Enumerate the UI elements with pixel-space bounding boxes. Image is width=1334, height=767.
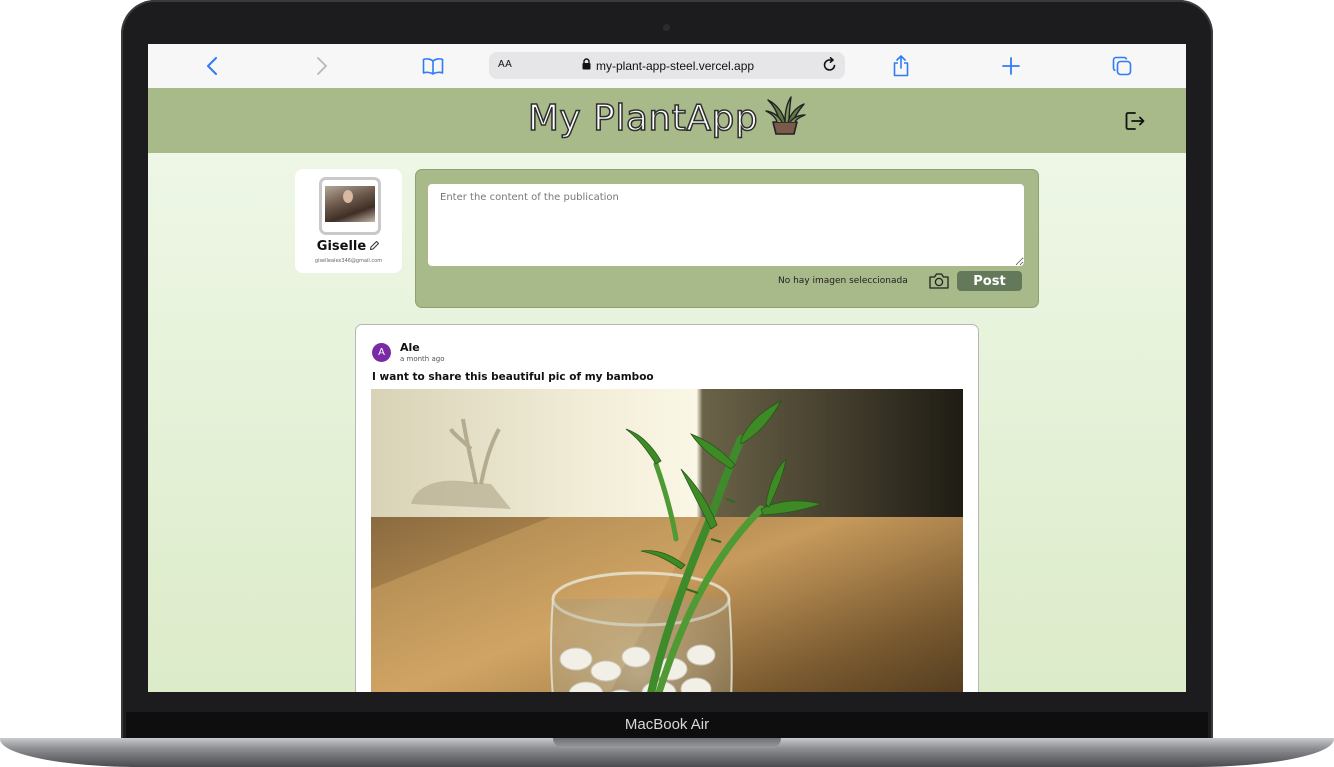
- publication-input[interactable]: [428, 184, 1024, 266]
- address-bar[interactable]: AA my-plant-app-steel.vercel.app: [489, 52, 845, 79]
- tabs-icon[interactable]: [1106, 52, 1138, 80]
- plant-pot-icon: [764, 96, 806, 145]
- composer: No hay imagen seleccionada Post: [415, 169, 1039, 308]
- device-label: MacBook Air: [624, 716, 710, 733]
- post-author[interactable]: Ale: [400, 341, 420, 354]
- no-image-text: No hay imagen seleccionada: [778, 276, 908, 286]
- laptop-opening-notch: [553, 738, 781, 748]
- profile-email: gisellealex346@gmail.com: [314, 258, 383, 264]
- app-title-wrap: My PlantApp: [148, 96, 1186, 145]
- reload-icon[interactable]: [823, 57, 837, 76]
- post-button[interactable]: Post: [957, 271, 1022, 291]
- post-text: I want to share this beautiful pic of my…: [372, 371, 654, 383]
- profile-name-row: Giselle: [295, 239, 402, 255]
- profile-card: Giselle gisellealex346@gmail.com: [295, 169, 402, 273]
- new-tab-icon[interactable]: [995, 52, 1027, 80]
- avatar[interactable]: [319, 177, 381, 235]
- url-text: my-plant-app-steel.vercel.app: [596, 59, 755, 73]
- camera-icon[interactable]: [928, 272, 950, 294]
- webcam: [663, 24, 670, 31]
- text-size-button[interactable]: AA: [498, 59, 512, 70]
- profile-name: Giselle: [316, 239, 367, 254]
- back-icon[interactable]: [196, 52, 228, 80]
- post-card: A Ale a month ago I want to share this b…: [355, 324, 979, 692]
- main-content: Giselle gisellealex346@gmail.com No hay …: [148, 153, 1186, 692]
- browser-screen: AA my-plant-app-steel.vercel.app My Plan…: [148, 44, 1186, 692]
- app-title: My PlantApp: [527, 97, 759, 140]
- edit-pencil-icon[interactable]: [369, 240, 380, 255]
- bookmarks-icon[interactable]: [417, 52, 449, 80]
- logout-icon[interactable]: [1124, 110, 1146, 136]
- avatar-face: [343, 190, 353, 203]
- share-icon[interactable]: [885, 52, 917, 80]
- post-photo: [371, 389, 963, 692]
- app-header: My PlantApp: [148, 88, 1186, 153]
- browser-toolbar: AA my-plant-app-steel.vercel.app: [148, 44, 1186, 89]
- forward-icon[interactable]: [306, 52, 338, 80]
- lock-icon: [582, 58, 591, 73]
- post-time: a month ago: [400, 355, 445, 363]
- post-avatar[interactable]: A: [372, 343, 391, 362]
